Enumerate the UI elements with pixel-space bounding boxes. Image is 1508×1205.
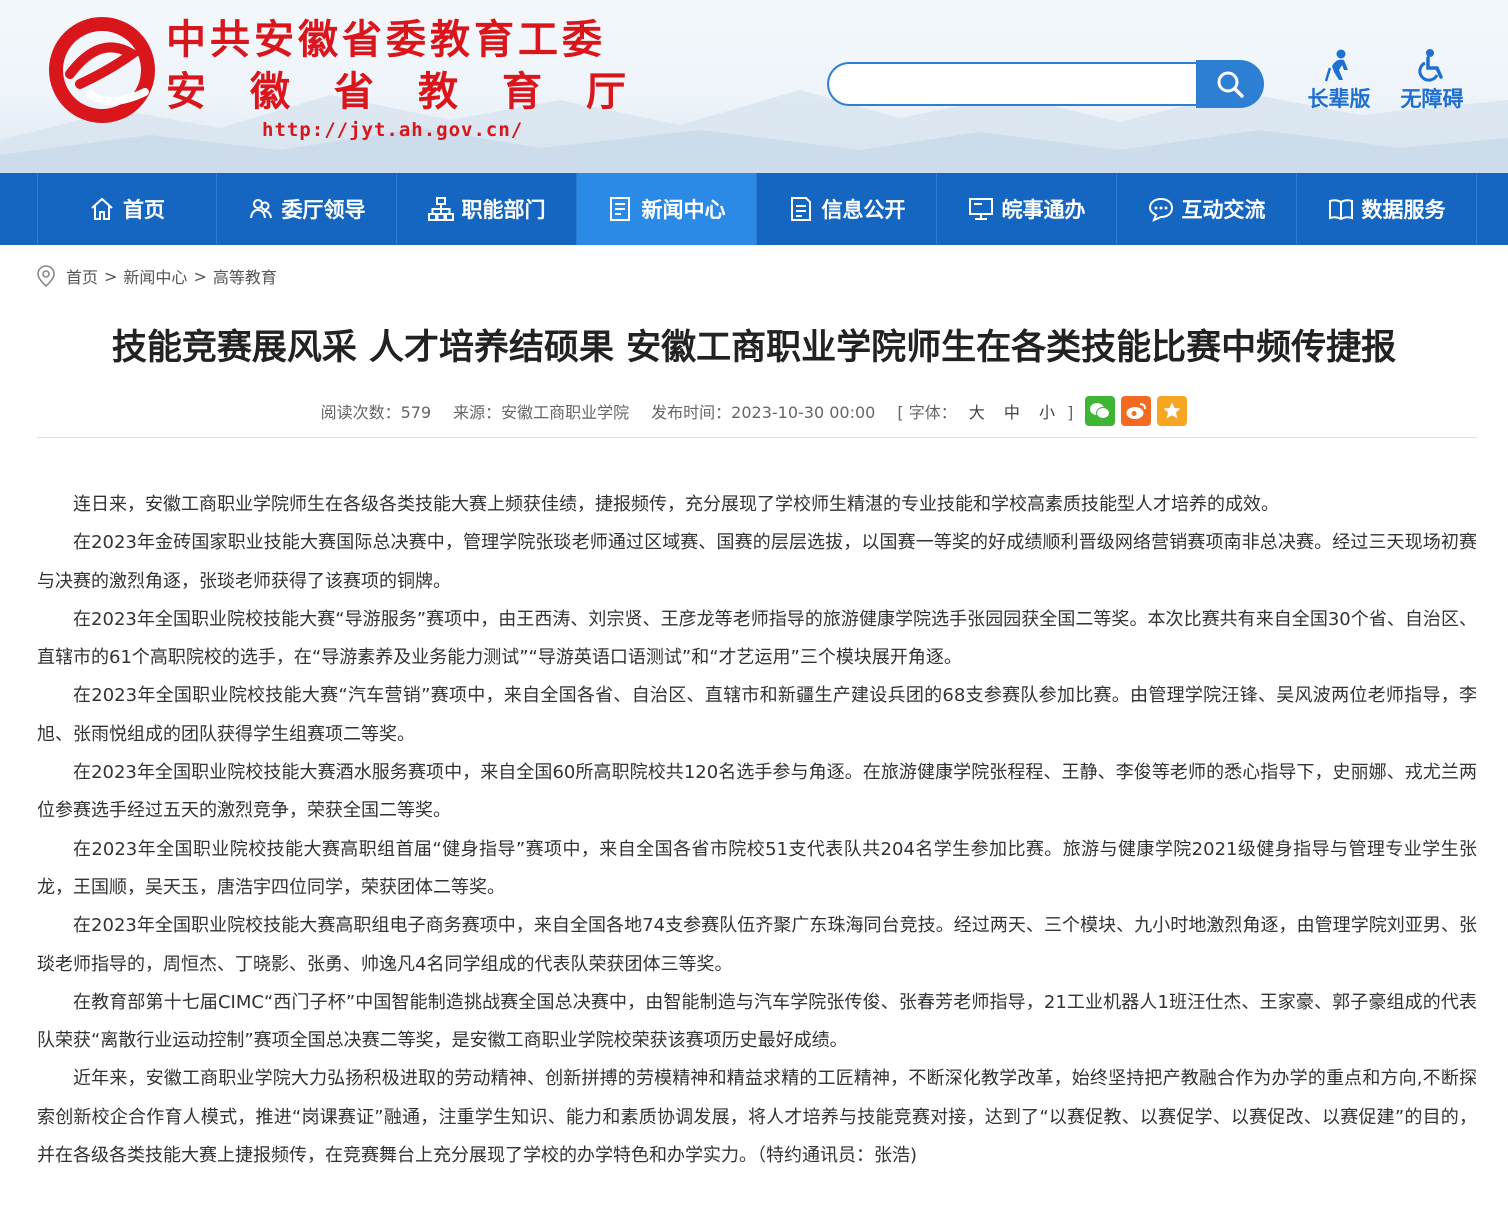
org-char: 徽 <box>250 69 290 115</box>
nav-label: 职能部门 <box>461 198 546 222</box>
nav-item-data-services[interactable]: 数据服务 <box>1297 173 1477 245</box>
nav-item-online-services[interactable]: 皖事通办 <box>937 173 1117 245</box>
article-paragraph: 在2023年全国职业院校技能大赛高职组电子商务赛项中，来自全国各地74支参赛队伍… <box>37 915 1477 975</box>
article-source: 来源：安徽工商职业学院 <box>453 403 630 422</box>
location-pin-icon <box>37 265 55 287</box>
org-char: 安 <box>166 69 206 115</box>
font-size-label: [ 字体： <box>897 403 957 422</box>
article-paragraph: 连日来，安徽工商职业学院师生在各级各类技能大赛上频获佳绩，捷报频传，充分展现了学… <box>73 494 1279 515</box>
book-icon <box>1328 199 1353 221</box>
font-size-large[interactable]: 大 <box>969 403 985 422</box>
article-paragraph: 近年来，安徽工商职业学院大力弘扬积极进取的劳动精神、创新拼搏的劳模精神和精益求精… <box>37 1068 1477 1167</box>
nav-label: 数据服务 <box>1361 198 1446 222</box>
news-icon <box>609 197 630 221</box>
publish-time: 发布时间：2023-10-30 00:00 <box>651 403 876 422</box>
wechat-icon <box>1090 403 1111 419</box>
breadcrumb-separator: > <box>104 266 118 286</box>
favorite-icon <box>1163 402 1181 419</box>
breadcrumb: 首页 > 新闻中心 > 高等教育 <box>36 262 277 290</box>
weibo-icon <box>1126 403 1147 419</box>
org-char: 教 <box>418 69 458 115</box>
site-header: 中共安徽省委教育工委 安 徽 省 教 育 厅 http://jyt.ah.gov… <box>0 0 1508 173</box>
org-name-primary: 中共安徽省委教育工委 <box>166 17 606 63</box>
accessibility-label: 无障碍 <box>1400 87 1464 111</box>
search-input[interactable] <box>827 62 1197 106</box>
chat-icon <box>1148 197 1173 222</box>
elder-mode-link[interactable]: 长辈版 <box>1299 48 1379 118</box>
breadcrumb-home[interactable]: 首页 <box>66 264 98 288</box>
org-char: 厅 <box>586 69 626 115</box>
breadcrumb-higher-education[interactable]: 高等教育 <box>213 264 277 288</box>
org-char: 育 <box>502 69 542 115</box>
site-url: http://jyt.ah.gov.cn/ <box>262 119 524 141</box>
share-favorite-button[interactable] <box>1157 396 1188 426</box>
logo-icon <box>49 17 155 123</box>
article-paragraph: 在教育部第十七届CIMC“西门子杯”中国智能制造挑战赛全国总决赛中，由智能制造与… <box>37 991 1477 1052</box>
monitor-icon <box>968 198 993 220</box>
main-nav: 首页 委厅领导 职能部门 新闻中心 信息公开 皖事通办 互动交流 数据服务 <box>0 173 1508 245</box>
font-size-close: ] <box>1067 403 1074 422</box>
org-chart-icon <box>427 197 454 221</box>
meta-divider <box>37 437 1477 438</box>
nav-label: 信息公开 <box>821 198 906 222</box>
elder-mode-label: 长辈版 <box>1307 87 1371 111</box>
leaders-icon <box>249 199 272 219</box>
article-paragraph: 在2023年全国职业院校技能大赛酒水服务赛项中，来自全国60所高职院校共120名… <box>37 762 1477 822</box>
article-paragraph: 在2023年金砖国家职业技能大赛国际总决赛中，管理学院张琰老师通过区域赛、国赛的… <box>37 532 1477 592</box>
nav-item-news[interactable]: 新闻中心 <box>577 173 757 245</box>
nav-label: 互动交流 <box>1181 198 1266 222</box>
article-body: 连日来，安徽工商职业学院师生在各级各类技能大赛上频获佳绩，捷报频传，充分展现了学… <box>37 486 1477 1175</box>
accessibility-link[interactable]: 无障碍 <box>1392 48 1472 118</box>
share-weibo-button[interactable] <box>1121 396 1152 426</box>
article-paragraph: 在2023年全国职业院校技能大赛“导游服务”赛项中，由王西涛、刘宗贤、王彦龙等老… <box>37 608 1477 669</box>
nav-item-interaction[interactable]: 互动交流 <box>1117 173 1297 245</box>
org-char: 省 <box>334 69 374 115</box>
nav-label: 首页 <box>123 198 165 222</box>
nav-item-departments[interactable]: 职能部门 <box>397 173 577 245</box>
breadcrumb-news-center[interactable]: 新闻中心 <box>123 264 187 288</box>
article-paragraph: 在2023年全国职业院校技能大赛高职组首届“健身指导”赛项中，来自全国各省市院校… <box>37 838 1477 898</box>
share-wechat-button[interactable] <box>1085 396 1116 426</box>
search-icon <box>1217 71 1244 98</box>
document-icon <box>790 197 811 221</box>
nav-item-info-disclosure[interactable]: 信息公开 <box>757 173 937 245</box>
article-title: 技能竞赛展风采 人才培养结硕果 安徽工商职业学院师生在各类技能比赛中频传捷报 <box>111 328 1397 368</box>
breadcrumb-separator: > <box>193 266 207 286</box>
font-size-control: [ 字体： 大 中 小 ] <box>897 399 1073 423</box>
nav-item-home[interactable]: 首页 <box>37 173 217 245</box>
view-count: 阅读次数：579 <box>320 403 432 422</box>
nav-label: 新闻中心 <box>641 198 726 222</box>
nav-item-leaders[interactable]: 委厅领导 <box>217 173 397 245</box>
elder-icon <box>1324 49 1348 82</box>
org-name-secondary: 安 徽 省 教 育 厅 <box>166 66 626 118</box>
search-button[interactable] <box>1196 60 1264 108</box>
font-size-small[interactable]: 小 <box>1039 403 1055 422</box>
nav-label: 皖事通办 <box>1001 198 1086 222</box>
article-paragraph: 在2023年全国职业院校技能大赛“汽车营销”赛项中，来自全国各省、自治区、直辖市… <box>37 685 1477 745</box>
accessibility-icon <box>1418 49 1443 82</box>
article-meta: 阅读次数：579 来源：安徽工商职业学院 发布时间：2023-10-30 00:… <box>0 394 1508 428</box>
home-icon <box>91 197 113 220</box>
nav-label: 委厅领导 <box>281 198 366 222</box>
font-size-medium[interactable]: 中 <box>1004 403 1020 422</box>
